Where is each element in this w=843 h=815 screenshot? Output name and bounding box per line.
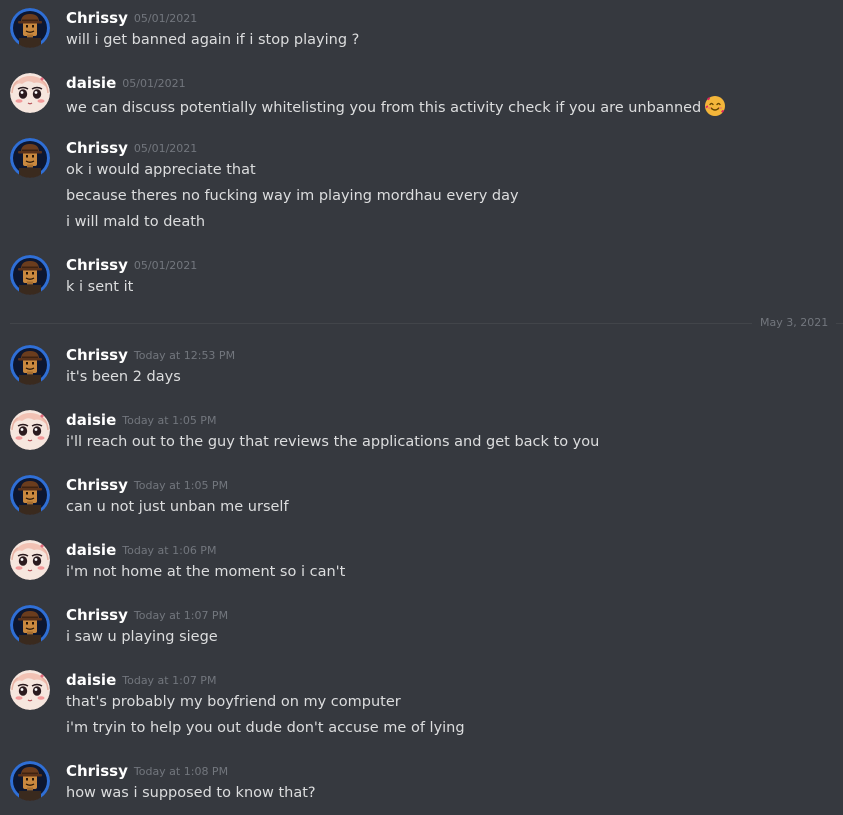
username[interactable]: Chrissy (66, 139, 128, 157)
message-text: k i sent it (66, 279, 134, 295)
message-text: i'm tryin to help you out dude don't acc… (66, 720, 465, 736)
message-text: ok i would appreciate that (66, 162, 256, 178)
username[interactable]: daisie (66, 74, 116, 92)
username[interactable]: Chrissy (66, 346, 128, 364)
avatar-chrissy[interactable] (10, 605, 50, 645)
message-line: we can discuss potentially whitelisting … (66, 95, 726, 118)
timestamp: 05/01/2021 (133, 259, 198, 272)
message-text: how was i supposed to know that? (66, 785, 316, 801)
timestamp: 05/01/2021 (133, 142, 198, 155)
message-text: i saw u playing siege (66, 629, 218, 645)
message-text: can u not just unban me urself (66, 499, 289, 515)
message-header: daisie Today at 1:05 PM (66, 410, 216, 430)
anime-girl-avatar-icon (10, 670, 50, 710)
lego-minifigure-avatar-icon (10, 255, 50, 295)
anime-girl-avatar-icon (10, 410, 50, 450)
message-text: because theres no fucking way im playing… (66, 188, 519, 204)
avatar-daisie[interactable] (10, 670, 50, 710)
message-text: that's probably my boyfriend on my compu… (66, 694, 401, 710)
message-header: Chrissy 05/01/2021 (66, 8, 197, 28)
date-divider-line (10, 323, 843, 324)
username[interactable]: Chrissy (66, 606, 128, 624)
avatar-chrissy[interactable] (10, 255, 50, 295)
message-header: Chrissy Today at 12:53 PM (66, 345, 235, 365)
avatar-chrissy[interactable] (10, 761, 50, 801)
message-text: i'm not home at the moment so i can't (66, 564, 346, 580)
message-text: we can discuss potentially whitelisting … (66, 100, 702, 116)
message-header: Chrissy 05/01/2021 (66, 255, 197, 275)
message-header: daisie Today at 1:07 PM (66, 670, 216, 690)
message-header: Chrissy Today at 1:07 PM (66, 605, 228, 625)
username[interactable]: Chrissy (66, 256, 128, 274)
lego-minifigure-avatar-icon (10, 475, 50, 515)
username[interactable]: daisie (66, 411, 116, 429)
anime-girl-avatar-icon (10, 73, 50, 113)
timestamp: 05/01/2021 (122, 77, 186, 90)
timestamp: Today at 1:07 PM (122, 674, 217, 687)
avatar-daisie[interactable] (10, 410, 50, 450)
timestamp: 05/01/2021 (133, 12, 198, 25)
message-text: i'll reach out to the guy that reviews t… (66, 434, 600, 450)
timestamp: Today at 1:06 PM (122, 544, 217, 557)
timestamp: Today at 12:53 PM (133, 349, 236, 362)
message-header: daisie Today at 1:06 PM (66, 540, 216, 560)
timestamp: Today at 1:08 PM (133, 765, 229, 778)
message-header: Chrissy 05/01/2021 (66, 138, 197, 158)
username[interactable]: daisie (66, 671, 116, 689)
message-text: it's been 2 days (66, 369, 181, 385)
avatar-chrissy[interactable] (10, 475, 50, 515)
avatar-chrissy[interactable] (10, 345, 50, 385)
message-text: will i get banned again if i stop playin… (66, 32, 360, 48)
lego-minifigure-avatar-icon (10, 345, 50, 385)
lego-minifigure-avatar-icon (10, 138, 50, 178)
message-header: Chrissy Today at 1:08 PM (66, 761, 228, 781)
chat-message-list: Chrissy 05/01/2021 will i get banned agai… (0, 0, 843, 815)
timestamp: Today at 1:05 PM (122, 414, 217, 427)
smiling-face-with-hearts-icon (704, 95, 726, 117)
message-header: daisie 05/01/2021 (66, 73, 186, 93)
anime-girl-avatar-icon (10, 540, 50, 580)
lego-minifigure-avatar-icon (10, 8, 50, 48)
avatar-daisie[interactable] (10, 540, 50, 580)
avatar-chrissy[interactable] (10, 138, 50, 178)
message-header: Chrissy Today at 1:05 PM (66, 475, 228, 495)
username[interactable]: daisie (66, 541, 116, 559)
date-divider-label: May 3, 2021 (752, 316, 837, 330)
username[interactable]: Chrissy (66, 476, 128, 494)
lego-minifigure-avatar-icon (10, 761, 50, 801)
avatar-daisie[interactable] (10, 73, 50, 113)
username[interactable]: Chrissy (66, 9, 128, 27)
lego-minifigure-avatar-icon (10, 605, 50, 645)
message-text: i will mald to death (66, 214, 206, 230)
timestamp: Today at 1:05 PM (133, 479, 229, 492)
timestamp: Today at 1:07 PM (133, 609, 229, 622)
avatar-chrissy[interactable] (10, 8, 50, 48)
username[interactable]: Chrissy (66, 762, 128, 780)
